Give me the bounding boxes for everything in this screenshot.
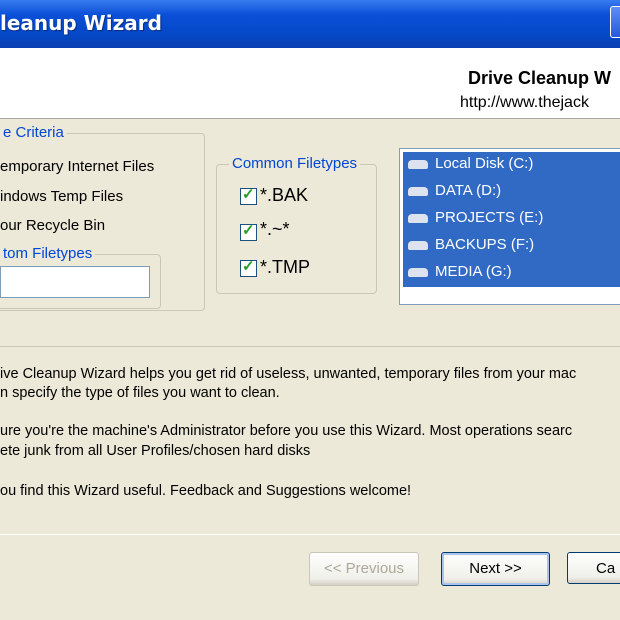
app-name: Drive Cleanup W (468, 68, 612, 88)
drive-item[interactable]: MEDIA (G:) (404, 260, 618, 284)
drive-icon (408, 214, 428, 223)
custom-filetypes-input[interactable] (0, 266, 150, 298)
drive-icon (408, 268, 428, 277)
drive-item[interactable]: Local Disk (C:) (404, 152, 618, 176)
criteria-option-temp[interactable]: indows Temp Files (0, 188, 123, 205)
app-url[interactable]: http://www.thejack (460, 94, 589, 112)
next-button[interactable]: Next >> (441, 552, 550, 586)
drive-icon (408, 187, 428, 196)
title-bar[interactable]: leanup Wizard (0, 0, 620, 48)
previous-button[interactable]: << Previous (309, 552, 419, 586)
drive-item[interactable]: DATA (D:) (404, 179, 618, 203)
filetype-tilde-label: *.~* (260, 219, 290, 239)
drive-item[interactable]: PROJECTS (E:) (404, 206, 618, 230)
description-line: ou find this Wizard useful. Feedback and… (0, 483, 412, 499)
description-line: ive Cleanup Wizard helps you get rid of … (0, 366, 577, 382)
drive-label: Local Disk (C:) (435, 155, 534, 172)
drive-icon (408, 160, 428, 169)
drive-label: BACKUPS (F:) (435, 236, 535, 253)
criteria-option-internet[interactable]: emporary Internet Files (0, 158, 154, 175)
common-filetypes-legend: Common Filetypes (229, 155, 361, 172)
criteria-legend: e Criteria (0, 124, 67, 141)
drive-icon (408, 241, 428, 250)
description-line: ure you're the machine's Administrator b… (0, 423, 573, 439)
status-bar (0, 596, 620, 620)
check-icon: ✓ (242, 258, 255, 275)
cancel-button[interactable]: Ca (567, 552, 620, 584)
description-line: ete junk from all User Profiles/chosen h… (0, 443, 311, 459)
drive-label: MEDIA (G:) (435, 263, 512, 280)
checkbox-tilde[interactable]: ✓ (240, 222, 257, 241)
drive-list[interactable]: Local Disk (C:) DATA (D:) PROJECTS (E:) … (399, 148, 620, 305)
checkbox-bak[interactable]: ✓ (240, 186, 257, 205)
check-icon: ✓ (242, 186, 255, 203)
filetype-bak-label: *.BAK (260, 185, 309, 205)
footer-divider (0, 534, 620, 535)
criteria-option-recycle[interactable]: our Recycle Bin (0, 217, 105, 234)
header-banner: Drive Cleanup W http://www.thejack (0, 48, 620, 119)
filetype-tmp-label: *.TMP (260, 257, 311, 277)
description-line: n specify the type of files you want to … (0, 385, 280, 401)
divider (0, 346, 620, 347)
drive-item[interactable]: BACKUPS (F:) (404, 233, 618, 257)
drive-label: DATA (D:) (435, 182, 502, 199)
window-control-button[interactable] (610, 6, 620, 38)
custom-filetypes-legend: tom Filetypes (0, 245, 96, 262)
drive-label: PROJECTS (E:) (435, 209, 544, 226)
window-title: leanup Wizard (0, 11, 162, 35)
check-icon: ✓ (242, 222, 255, 239)
checkbox-tmp[interactable]: ✓ (240, 258, 257, 277)
